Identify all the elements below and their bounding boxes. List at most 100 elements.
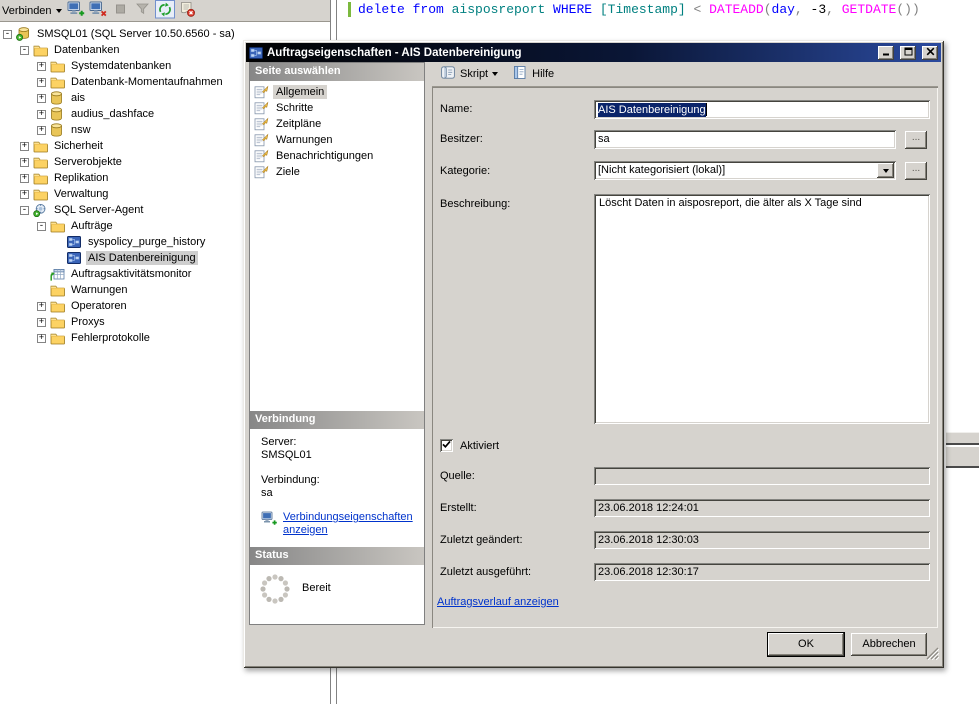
tree-item-label: Operatoren [69, 299, 129, 313]
executed-field: 23.06.2018 12:30:17 [594, 563, 930, 581]
enabled-label: Aktiviert [460, 440, 499, 452]
folder-icon [33, 139, 49, 153]
link-line: Verbindungseigenschaften [283, 511, 413, 523]
enabled-checkbox[interactable] [440, 439, 453, 452]
folder-icon [50, 299, 66, 313]
filter-button [132, 1, 154, 21]
disconnect-server-button[interactable] [88, 1, 110, 21]
stop-icon [112, 1, 129, 20]
sql-token: delete [358, 2, 413, 17]
expand-toggle[interactable]: + [20, 142, 29, 151]
page-item-benachrichtigungen[interactable]: Benachrichtigungen [250, 148, 424, 164]
sql-token: ( [764, 2, 772, 17]
sql-token: < [693, 2, 709, 17]
expand-toggle[interactable]: + [20, 190, 29, 199]
ok-button[interactable]: OK [768, 633, 844, 656]
expand-toggle[interactable]: + [37, 78, 46, 87]
tree-item-label: SMSQL01 (SQL Server 10.50.6560 - sa) [35, 27, 237, 41]
description-textarea[interactable]: Löscht Daten in aisposreport, die älter … [594, 194, 930, 424]
executed-value: 23.06.2018 12:30:17 [598, 566, 699, 578]
tree-item-label: Datenbank-Momentaufnahmen [69, 75, 225, 89]
dialog-titlebar[interactable]: Auftragseigenschaften - AIS Datenbereini… [246, 43, 941, 62]
ssms-window: Verbinden -SMSQL01 (SQL Server 10.50.656… [0, 0, 979, 704]
change-tracking-bar [348, 2, 351, 17]
connect-dropdown-button[interactable]: Verbinden [1, 3, 66, 19]
page-item-schritte[interactable]: Schritte [250, 100, 424, 116]
expand-toggle[interactable]: + [37, 62, 46, 71]
pages-header: Seite auswählen [250, 63, 424, 81]
sql-token: -3 [811, 2, 827, 17]
help-icon [512, 65, 528, 83]
resize-grip[interactable] [926, 647, 939, 663]
database-icon [50, 91, 66, 105]
script-error-icon [178, 1, 196, 20]
expand-toggle[interactable]: + [37, 318, 46, 327]
monitor-icon [50, 267, 66, 281]
script-icon [439, 65, 456, 83]
agent-icon [33, 203, 49, 217]
owner-browse-button[interactable]: ... [905, 131, 927, 149]
created-field: 23.06.2018 12:24:01 [594, 499, 930, 517]
folder-icon [33, 187, 49, 201]
collapse-toggle[interactable]: - [3, 30, 12, 39]
connection-info: Server: SMSQL01 Verbindung: sa Verbindun… [250, 429, 424, 547]
disconnect-server-icon [89, 1, 108, 21]
page-item-zeitpläne[interactable]: Zeitpläne [250, 116, 424, 132]
name-input[interactable]: AIS Datenbereinigung [594, 100, 930, 119]
category-dropdown-button[interactable] [877, 163, 894, 178]
connect-label: Verbinden [2, 5, 52, 17]
refresh-button[interactable] [154, 1, 176, 21]
page-item-label: Schritte [273, 101, 316, 115]
sql-token: [Timestamp] [600, 2, 694, 17]
expand-toggle[interactable]: + [37, 126, 46, 135]
maximize-button[interactable] [900, 46, 916, 60]
category-browse-button[interactable]: ... [905, 162, 927, 180]
description-label: Beschreibung: [440, 198, 510, 210]
expand-toggle[interactable]: + [37, 334, 46, 343]
close-button[interactable] [922, 46, 938, 60]
help-button[interactable]: Hilfe [510, 64, 556, 84]
help-label: Hilfe [532, 68, 554, 80]
view-connection-properties-link[interactable]: Verbindungseigenschaftenanzeigen [283, 511, 413, 537]
tree-item-label: Aufträge [69, 219, 115, 233]
modified-field: 23.06.2018 12:30:03 [594, 531, 930, 549]
check-icon [442, 440, 451, 452]
minimize-button[interactable] [878, 46, 894, 60]
script-button[interactable]: Skript [437, 64, 500, 84]
collapse-toggle[interactable]: - [37, 222, 46, 231]
sql-token: WHERE [553, 2, 600, 17]
folder-icon [50, 75, 66, 89]
sql-token: day [772, 2, 795, 17]
owner-input[interactable]: sa [594, 130, 896, 149]
page-item-warnungen[interactable]: Warnungen [250, 132, 424, 148]
close-icon [926, 47, 935, 59]
expand-toggle[interactable]: + [20, 158, 29, 167]
text-cursor [706, 103, 707, 116]
tree-item-label: Warnungen [69, 283, 129, 297]
view-job-history-link[interactable]: Auftragsverlauf anzeigen [437, 596, 559, 608]
page-item-allgemein[interactable]: Allgemein [250, 84, 424, 100]
page-item-ziele[interactable]: Ziele [250, 164, 424, 180]
chevron-down-icon [883, 169, 889, 173]
connection-header: Verbindung [250, 411, 424, 429]
collapse-toggle[interactable]: - [20, 46, 29, 55]
minimize-icon [882, 47, 891, 59]
category-select[interactable]: [Nicht kategorisiert (lokal)] [594, 161, 896, 180]
page-icon [254, 85, 270, 99]
connect-server-button[interactable] [66, 1, 88, 21]
link-line: anzeigen [283, 524, 328, 536]
error-logs-button[interactable] [176, 1, 198, 21]
expand-toggle[interactable]: + [37, 110, 46, 119]
sql-token: DATEADD [709, 2, 764, 17]
connect-server-icon [67, 1, 86, 21]
expand-toggle[interactable]: + [20, 174, 29, 183]
cancel-button[interactable]: Abbrechen [851, 633, 927, 656]
tree-item-label: ais [69, 91, 87, 105]
tree-item-label: Systemdatenbanken [69, 59, 173, 73]
expand-toggle[interactable]: + [37, 302, 46, 311]
dialog-toolbar: Skript Hilfe [432, 62, 938, 87]
page-item-label: Allgemein [273, 85, 327, 99]
collapse-toggle[interactable]: - [20, 206, 29, 215]
ellipsis-label: ... [912, 163, 920, 174]
expand-toggle[interactable]: + [37, 94, 46, 103]
